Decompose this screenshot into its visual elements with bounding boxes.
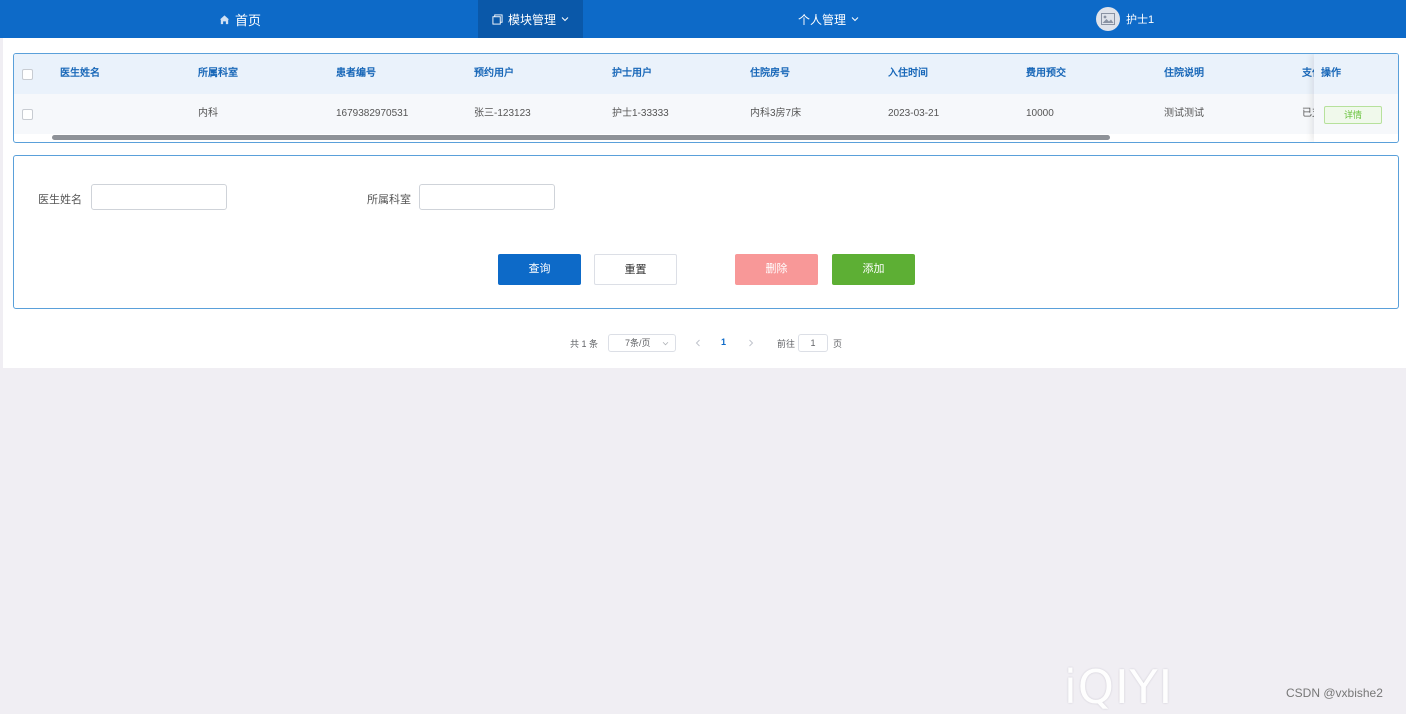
prev-page-icon[interactable] — [695, 339, 701, 347]
iqiyi-watermark: iQIYI — [1064, 660, 1174, 714]
goto-label: 前往 — [777, 339, 796, 349]
query-button[interactable]: 查询 — [498, 254, 581, 285]
select-all-checkbox[interactable] — [22, 69, 33, 80]
header-checkin-time[interactable]: 入住时间 — [888, 54, 928, 94]
main-content: 医生姓名 所属科室 患者编号 预约用户 护士用户 住院房号 入住时间 费用预交 … — [3, 38, 1406, 368]
department-input[interactable] — [419, 184, 555, 210]
add-button[interactable]: 添加 — [832, 254, 915, 285]
action-cell: 详情 — [1314, 94, 1398, 134]
action-column: 操作 详情 — [1314, 54, 1398, 142]
row-checkbox[interactable] — [22, 109, 33, 120]
current-page[interactable]: 1 — [721, 337, 726, 347]
data-table: 医生姓名 所属科室 患者编号 预约用户 护士用户 住院房号 入住时间 费用预交 … — [13, 53, 1399, 143]
page-suffix: 页 — [833, 339, 843, 349]
pagination: 共 1 条 7条/页 1 前往 1 页 — [3, 334, 1406, 354]
header-patient-id[interactable]: 患者编号 — [336, 54, 376, 94]
header-doctor-name[interactable]: 医生姓名 — [60, 54, 100, 94]
reset-button[interactable]: 重置 — [594, 254, 677, 285]
horizontal-scrollbar[interactable] — [52, 135, 1110, 140]
cell-department: 内科 — [198, 108, 218, 119]
home-icon — [219, 14, 230, 25]
goto-page-input[interactable]: 1 — [798, 334, 828, 352]
cell-room-number: 内科3房7床 — [750, 108, 802, 119]
image-icon — [1101, 13, 1115, 25]
header-booking-user[interactable]: 预约用户 — [474, 54, 514, 94]
avatar — [1096, 7, 1120, 31]
cell-checkin-time: 2023-03-21 — [888, 108, 940, 119]
top-navbar: 首页 模块管理 个人管理 护士1 — [0, 0, 1406, 38]
page-size-value: 7条/页 — [625, 338, 651, 348]
cell-notes: 测试测试 — [1164, 108, 1204, 119]
table-header: 医生姓名 所属科室 患者编号 预约用户 护士用户 住院房号 入住时间 费用预交 … — [14, 54, 1398, 94]
detail-button[interactable]: 详情 — [1324, 106, 1382, 124]
csdn-watermark: CSDN @vxbishe2 — [1286, 686, 1383, 700]
doctor-name-input[interactable] — [91, 184, 227, 210]
nav-module-management-label: 模块管理 — [507, 12, 556, 27]
cell-patient-id: 1679382970531 — [336, 108, 409, 119]
nav-user-menu[interactable]: 护士1 — [1096, 0, 1176, 38]
nav-personal-management-label: 个人管理 — [797, 12, 846, 27]
header-department[interactable]: 所属科室 — [198, 54, 238, 94]
nav-home-label: 首页 — [234, 12, 261, 28]
pagination-total: 共 1 条 — [570, 339, 599, 349]
nav-username: 护士1 — [1126, 14, 1155, 26]
nav-module-management[interactable]: 模块管理 — [478, 0, 583, 38]
search-panel: 医生姓名 所属科室 查询 重置 删除 添加 — [13, 155, 1399, 309]
header-room-number[interactable]: 住院房号 — [750, 54, 790, 94]
delete-button[interactable]: 删除 — [735, 254, 818, 285]
header-prepaid-fee[interactable]: 费用预交 — [1026, 54, 1066, 94]
header-notes[interactable]: 住院说明 — [1164, 54, 1204, 94]
chevron-down-icon — [851, 16, 859, 22]
next-page-icon[interactable] — [748, 339, 754, 347]
nav-personal-management[interactable]: 个人管理 — [776, 0, 881, 38]
page-size-select[interactable]: 7条/页 — [608, 334, 676, 352]
nav-home[interactable]: 首页 — [185, 0, 295, 38]
header-nurse-user[interactable]: 护士用户 — [612, 54, 652, 94]
header-action: 操作 — [1314, 54, 1398, 94]
chevron-down-icon — [662, 341, 669, 346]
cell-booking-user: 张三-123123 — [474, 108, 531, 119]
department-label: 所属科室 — [367, 194, 411, 206]
doctor-name-label: 医生姓名 — [38, 194, 82, 206]
cell-nurse-user: 护士1-33333 — [612, 108, 669, 119]
copy-icon — [492, 13, 503, 25]
cell-prepaid-fee: 10000 — [1026, 108, 1054, 119]
chevron-down-icon — [561, 16, 569, 22]
table-row[interactable]: 内科 1679382970531 张三-123123 护士1-33333 内科3… — [14, 94, 1398, 134]
